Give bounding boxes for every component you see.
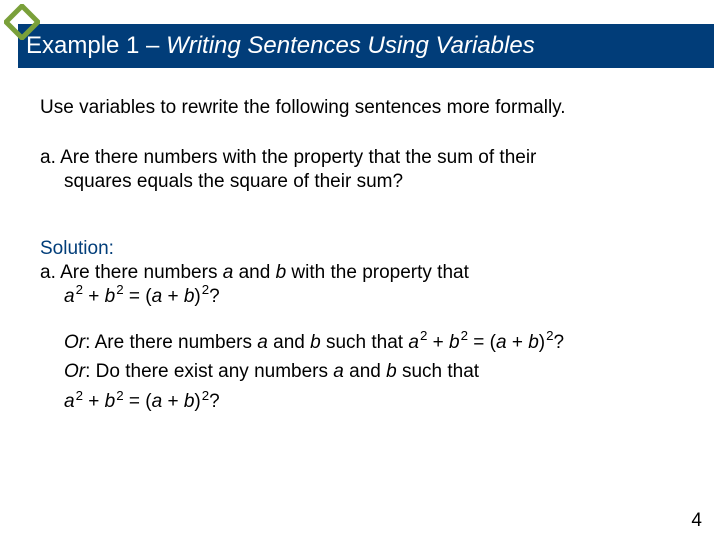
var-a: a xyxy=(223,262,234,283)
question-text1: Are there numbers with the property that… xyxy=(56,147,537,168)
or1-line: Or: Are there numbers a and b such that … xyxy=(64,331,690,355)
or1-p1: + xyxy=(427,332,449,353)
or2-line1: Or: Do there exist any numbers a and b s… xyxy=(64,360,690,384)
eq-sup2: 2 xyxy=(115,282,123,297)
var-b: b xyxy=(276,262,287,283)
or2-s1: 2 xyxy=(75,388,83,403)
or2-and: and xyxy=(344,361,386,382)
solution-label: Solution: xyxy=(40,237,690,261)
answer-post: with the property that xyxy=(286,262,469,283)
eq-plus1: + xyxy=(83,286,105,307)
or2-q: ? xyxy=(209,391,220,412)
diamond-icon xyxy=(4,4,40,45)
eq-q: ? xyxy=(209,286,220,307)
or2-s3: 2 xyxy=(201,388,209,403)
or2-line2: a2 + b2 = (a + b)2? xyxy=(64,390,690,414)
or1-b: b xyxy=(310,332,321,353)
or2-eqa: a xyxy=(64,391,75,412)
or1-s1: 2 xyxy=(419,328,427,343)
or2-eqb: b xyxy=(105,391,116,412)
question-line2: squares equals the square of their sum? xyxy=(40,170,690,194)
or2-such: such that xyxy=(397,361,479,382)
or1-s3: 2 xyxy=(545,328,553,343)
or2-b2: b xyxy=(184,391,195,412)
eq-a: a xyxy=(64,286,75,307)
answer-label: a. xyxy=(40,262,56,283)
or2-p2: + xyxy=(162,391,184,412)
question-label: a. xyxy=(40,147,56,168)
or1-p2: + xyxy=(507,332,529,353)
or2-b: b xyxy=(386,361,397,382)
or1-eq: = ( xyxy=(468,332,496,353)
answer-line1: a. Are there numbers a and b with the pr… xyxy=(40,261,690,285)
eq-plus2: + xyxy=(162,286,184,307)
or2-eq: = ( xyxy=(124,391,152,412)
eq-b: b xyxy=(105,286,116,307)
eq-sup3: 2 xyxy=(201,282,209,297)
slide-body: Use variables to rewrite the following s… xyxy=(40,96,690,420)
or1-eqb: b xyxy=(449,332,460,353)
answer-equation: a2 + b2 = (a + b)2? xyxy=(40,285,690,309)
or1-and: and xyxy=(268,332,310,353)
title-prefix: Example 1 – xyxy=(26,32,166,59)
question-block: a. Are there numbers with the property t… xyxy=(40,146,690,194)
or2-a: a xyxy=(333,361,344,382)
eq-a2: a xyxy=(152,286,163,307)
or2-a2: a xyxy=(152,391,163,412)
eq-eq: = ( xyxy=(124,286,152,307)
page-number: 4 xyxy=(691,510,702,532)
or1-a: a xyxy=(257,332,268,353)
eq-sup1: 2 xyxy=(75,282,83,297)
answer-pre: Are there numbers xyxy=(56,262,223,283)
intro-text: Use variables to rewrite the following s… xyxy=(40,96,690,120)
or1-colon: : Are there numbers xyxy=(85,332,257,353)
or-block: Or: Are there numbers a and b such that … xyxy=(40,331,690,414)
title-bar: Example 1 – Writing Sentences Using Vari… xyxy=(18,24,714,68)
eq-b2: b xyxy=(184,286,195,307)
or2-colon: : Do there exist any numbers xyxy=(85,361,333,382)
answer-block: a. Are there numbers a and b with the pr… xyxy=(40,261,690,309)
or2-p1: + xyxy=(83,391,105,412)
or1-a2: a xyxy=(496,332,507,353)
slide-title: Example 1 – Writing Sentences Using Vari… xyxy=(26,32,535,60)
question-line1: a. Are there numbers with the property t… xyxy=(40,146,690,170)
or2-or: Or xyxy=(64,361,85,382)
or1-or: Or xyxy=(64,332,85,353)
or2-cl: ) xyxy=(194,391,200,412)
eq-close: ) xyxy=(194,286,200,307)
or1-q: ? xyxy=(554,332,565,353)
or2-s2: 2 xyxy=(115,388,123,403)
or1-s2: 2 xyxy=(460,328,468,343)
or1-eqa: a xyxy=(408,332,419,353)
or1-such: such that xyxy=(321,332,409,353)
or1-b2: b xyxy=(528,332,539,353)
title-italic: Writing Sentences Using Variables xyxy=(166,32,535,59)
answer-mid: and xyxy=(233,262,275,283)
